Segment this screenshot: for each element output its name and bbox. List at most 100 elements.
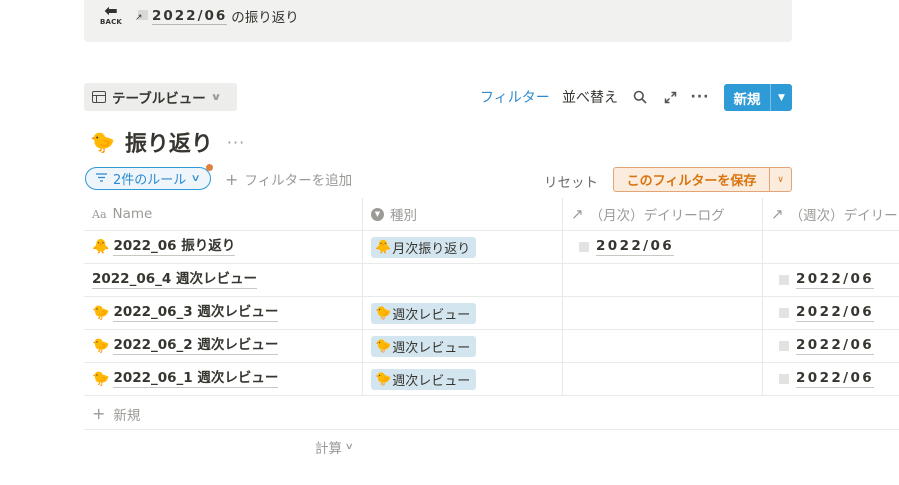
- type-tag: 🐤 週次レビュー: [371, 335, 477, 357]
- monthly-log-cell[interactable]: [563, 330, 763, 362]
- monthly-log-cell[interactable]: [563, 264, 763, 296]
- monthly-log-cell[interactable]: 2022/06: [563, 231, 763, 263]
- page-title: 🐤 振り返り ···: [90, 126, 245, 158]
- table-icon: [92, 91, 106, 103]
- relation-link[interactable]: 2022/06: [579, 238, 675, 256]
- table-row[interactable]: 2022_06_4 週次レビュー 2022/06: [84, 264, 899, 297]
- more-options-icon[interactable]: ···: [690, 86, 710, 108]
- view-label: テーブルビュー: [112, 91, 206, 107]
- chevron-down-icon: ∨: [344, 442, 354, 452]
- filter-rules-label: 2件のルール: [113, 173, 187, 188]
- select-property-icon: ▼: [371, 207, 384, 221]
- tag-emoji-icon: 🐤: [375, 371, 392, 387]
- table-header: Aa Name ▼ 種別 ↗ （月次）デイリーログ ↗ （週次）デイリーログ: [84, 198, 899, 231]
- add-row-button[interactable]: + 新規: [84, 398, 899, 430]
- column-header-name[interactable]: Aa Name: [84, 198, 363, 230]
- relation-arrow-icon: ↗: [571, 205, 584, 223]
- view-selector[interactable]: テーブルビュー ∨: [84, 83, 237, 111]
- page-title-text: 振り返り: [124, 132, 213, 157]
- new-button[interactable]: 新規 ▼: [724, 84, 792, 111]
- unsaved-indicator-dot: [206, 164, 213, 171]
- page-emoji-icon: 🐤: [90, 130, 115, 154]
- new-dropdown-chevron-icon[interactable]: ▼: [770, 84, 792, 111]
- weekly-log-cell[interactable]: 2022/06: [763, 264, 899, 296]
- parent-page-link[interactable]: ↗ 2022/06 の振り返り: [135, 6, 299, 27]
- title-more-icon[interactable]: ···: [227, 133, 245, 152]
- row-emoji-icon: 🐤: [92, 338, 110, 354]
- chevron-down-icon: ∨: [190, 173, 202, 184]
- parent-page-suffix: の振り返り: [231, 10, 299, 26]
- tag-label: 月次振り返り: [392, 241, 471, 257]
- name-cell[interactable]: 🐤 2022_06_2 週次レビュー: [84, 330, 363, 362]
- column-header-monthly-log[interactable]: ↗ （月次）デイリーログ: [563, 198, 763, 230]
- text-property-icon: Aa: [92, 207, 107, 221]
- type-cell[interactable]: 🐤 週次レビュー: [363, 363, 563, 395]
- save-filter-chevron-icon[interactable]: ∨: [770, 168, 791, 191]
- name-cell[interactable]: 🐥 2022_06 振り返り: [84, 231, 363, 263]
- sort-button[interactable]: 並べ替え: [562, 84, 618, 110]
- row-title-link[interactable]: 2022_06_1 週次レビュー: [113, 370, 279, 388]
- name-cell[interactable]: 2022_06_4 週次レビュー: [84, 264, 363, 296]
- column-label: （週次）デイリーログ: [789, 208, 899, 224]
- add-filter-button[interactable]: + フィルターを追加: [225, 169, 353, 190]
- tag-label: 週次レビュー: [392, 307, 471, 323]
- row-emoji-icon: 🐥: [92, 239, 110, 255]
- tag-emoji-icon: 🐤: [375, 305, 392, 321]
- calculate-label: 計算: [315, 441, 342, 457]
- row-title-link[interactable]: 2022_06_2 週次レビュー: [113, 337, 279, 355]
- tag-label: 週次レビュー: [392, 340, 471, 356]
- relation-arrow-icon: ↗: [771, 205, 784, 223]
- calculate-button[interactable]: 計算 ∨: [315, 437, 354, 457]
- table-row[interactable]: 🐤 2022_06_1 週次レビュー 🐤 週次レビュー 2022/06: [84, 363, 899, 396]
- row-title-link[interactable]: 2022_06 振り返り: [113, 238, 236, 256]
- plus-icon: +: [225, 169, 239, 189]
- filter-button[interactable]: フィルター: [480, 84, 550, 110]
- new-button-label[interactable]: 新規: [724, 84, 770, 111]
- back-label: BACK: [99, 18, 123, 26]
- weekly-log-cell[interactable]: 2022/06: [763, 330, 899, 362]
- search-icon[interactable]: [630, 86, 650, 108]
- page-icon: [779, 308, 789, 318]
- weekly-log-cell[interactable]: 2022/06: [763, 297, 899, 329]
- table-row[interactable]: 🐥 2022_06 振り返り 🐥 月次振り返り 2022/06: [84, 231, 899, 264]
- weekly-log-cell[interactable]: [763, 231, 899, 263]
- plus-icon: +: [92, 404, 106, 423]
- type-cell[interactable]: 🐤 週次レビュー: [363, 330, 563, 362]
- relation-link[interactable]: 2022/06: [779, 370, 875, 388]
- back-arrow-icon: ⬅: [104, 1, 118, 20]
- type-cell[interactable]: 🐤 週次レビュー: [363, 297, 563, 329]
- table-row[interactable]: 🐤 2022_06_2 週次レビュー 🐤 週次レビュー 2022/06: [84, 330, 899, 363]
- expand-icon[interactable]: [660, 86, 680, 108]
- row-title-link[interactable]: 2022_06_4 週次レビュー: [92, 271, 257, 289]
- add-row-label: 新規: [113, 407, 141, 424]
- column-label: （月次）デイリーログ: [589, 208, 725, 224]
- type-cell[interactable]: 🐥 月次振り返り: [363, 231, 563, 263]
- save-filter-label[interactable]: このフィルターを保存: [614, 168, 770, 191]
- reset-button[interactable]: リセット: [544, 171, 598, 191]
- back-button[interactable]: ⬅ BACK: [98, 1, 124, 28]
- database-table: Aa Name ▼ 種別 ↗ （月次）デイリーログ ↗ （週次）デイリーログ 🐥…: [84, 198, 899, 396]
- monthly-log-cell[interactable]: [563, 363, 763, 395]
- column-label: Name: [112, 206, 153, 222]
- relation-link[interactable]: 2022/06: [779, 337, 875, 355]
- filter-rules-pill[interactable]: 2件のルール ∨: [85, 167, 211, 190]
- relation-link[interactable]: 2022/06: [779, 271, 875, 289]
- column-header-type[interactable]: ▼ 種別: [363, 198, 563, 230]
- add-filter-label: フィルターを追加: [244, 173, 353, 189]
- table-row[interactable]: 🐤 2022_06_3 週次レビュー 🐤 週次レビュー 2022/06: [84, 297, 899, 330]
- name-cell[interactable]: 🐤 2022_06_3 週次レビュー: [84, 297, 363, 329]
- save-filter-button[interactable]: このフィルターを保存 ∨: [613, 167, 792, 192]
- type-tag: 🐤 週次レビュー: [371, 368, 477, 390]
- monthly-log-cell[interactable]: [563, 297, 763, 329]
- tag-label: 週次レビュー: [392, 373, 471, 389]
- name-cell[interactable]: 🐤 2022_06_1 週次レビュー: [84, 363, 363, 395]
- column-header-weekly-log[interactable]: ↗ （週次）デイリーログ: [763, 198, 899, 230]
- row-title-link[interactable]: 2022_06_3 週次レビュー: [113, 304, 279, 322]
- page-icon: [779, 275, 789, 285]
- weekly-log-cell[interactable]: 2022/06: [763, 363, 899, 395]
- type-cell[interactable]: [363, 264, 563, 296]
- relation-link[interactable]: 2022/06: [779, 304, 875, 322]
- page-icon: [579, 242, 589, 252]
- relation-label: 2022/06: [596, 238, 675, 256]
- parent-page-date: 2022/06: [152, 7, 228, 25]
